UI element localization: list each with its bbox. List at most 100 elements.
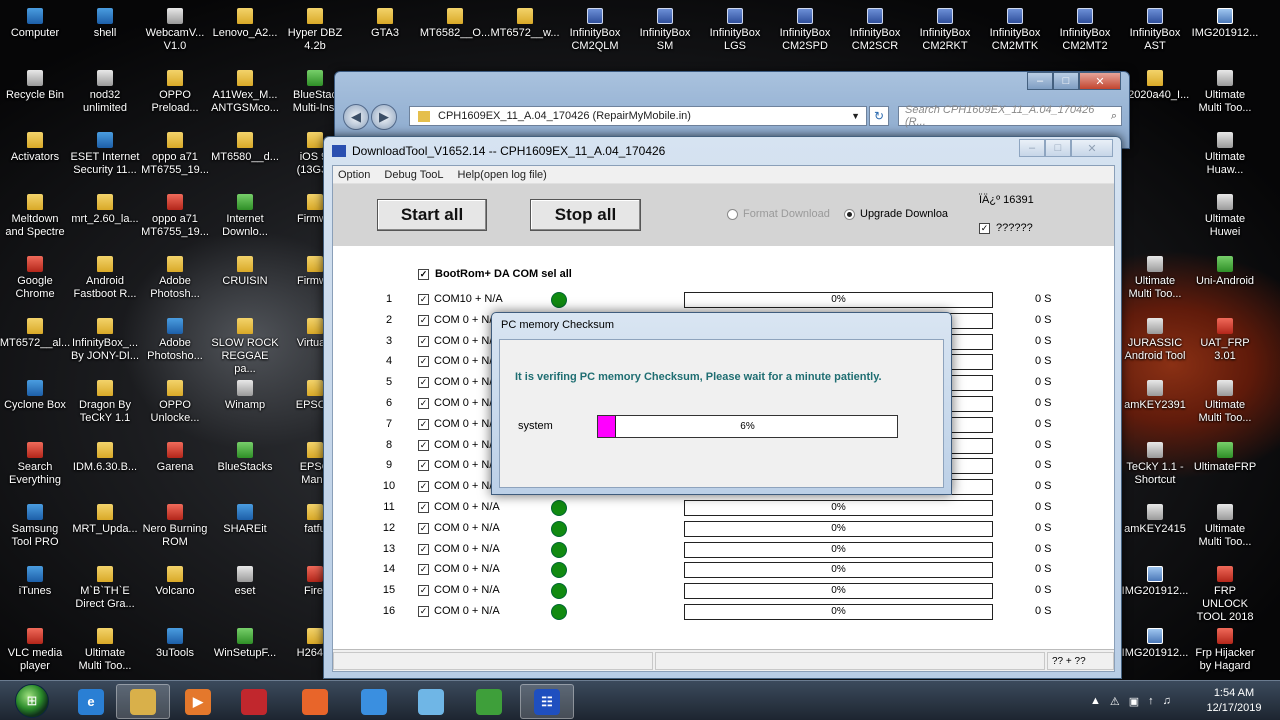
desktop-icon[interactable]: WebcamV... V1.0 (140, 2, 210, 62)
minimize-button[interactable]: ‒ (1019, 139, 1045, 157)
menu-option[interactable]: Option (338, 169, 370, 181)
search-input[interactable]: Search CPH1609EX_11_A.04_170426 (R... ⌕ (898, 104, 1122, 128)
desktop-icon[interactable]: Uni-Android (1190, 250, 1260, 310)
port-checkbox[interactable]: ✓ (418, 564, 429, 576)
explorer-minimize-button[interactable]: ‒ (1027, 72, 1053, 90)
desktop-icon[interactable]: GTA3 (350, 2, 420, 62)
desktop-icon[interactable]: UltimateFRP (1190, 436, 1260, 496)
desktop-icon[interactable]: InfinityBox_... By JONY-DI... (70, 312, 140, 372)
desktop-icon[interactable]: IMG201912... (1190, 2, 1260, 62)
tray-icon[interactable]: ▣ (1129, 695, 1139, 708)
desktop-icon[interactable]: MT6572__w... (490, 2, 560, 62)
tray-icon[interactable]: ▲ (1090, 695, 1101, 707)
desktop-icon[interactable]: Internet Downlo... (210, 188, 280, 248)
desktop-icon[interactable]: Ultimate Multi Too... (1190, 498, 1260, 558)
desktop-icon[interactable]: SLOW ROCK REGGAE pa... (210, 312, 280, 375)
desktop-icon[interactable]: nod32 unlimited (70, 64, 140, 124)
start-all-button[interactable]: Start all (377, 199, 487, 231)
clock[interactable]: 1:54 AM 12/17/2019 (1198, 686, 1270, 716)
desktop-icon[interactable]: A11Wex_M... ANTGSMco... (210, 64, 280, 124)
port-checkbox[interactable]: ✓ (418, 606, 429, 617)
port-checkbox[interactable]: ✓ (418, 481, 429, 493)
desktop-icon[interactable]: InfinityBox CM2SCR (840, 2, 910, 62)
desktop-icon[interactable]: OPPO Preload... (140, 64, 210, 124)
tray-icon[interactable]: ♫ (1163, 695, 1171, 707)
tray-icon[interactable]: ↑ (1148, 695, 1154, 707)
desktop-icon[interactable]: VLC media player (0, 622, 70, 682)
desktop-icon[interactable]: MT6580__d... (210, 126, 280, 186)
maximize-button[interactable]: □ (1045, 139, 1071, 157)
desktop-icon[interactable]: OPPO Unlocke... (140, 374, 210, 434)
desktop-icon[interactable]: A2020a40_I... (1120, 64, 1190, 124)
desktop-icon[interactable]: Recycle Bin (0, 64, 70, 124)
desktop-icon[interactable]: Hyper DBZ 4.2b (280, 2, 350, 62)
desktop-icon[interactable]: Nero Burning ROM (140, 498, 210, 558)
taskbar-button[interactable] (227, 684, 281, 719)
desktop-icon[interactable]: mrt_2.60_la... (70, 188, 140, 248)
desktop-icon[interactable]: InfinityBox CM2RKT (910, 2, 980, 62)
desktop-icon[interactable]: eset (210, 560, 280, 620)
desktop-icon[interactable]: Activators (0, 126, 70, 186)
close-button[interactable]: ✕ (1071, 139, 1113, 157)
desktop-icon[interactable]: IMG201912... (1120, 560, 1190, 620)
port-checkbox[interactable]: ✓ (418, 522, 429, 534)
port-checkbox[interactable]: ✓ (418, 356, 429, 368)
port-checkbox[interactable]: ✓ (418, 294, 429, 305)
port-checkbox[interactable]: ✓ (418, 543, 429, 555)
stop-all-button[interactable]: Stop all (530, 199, 641, 231)
desktop-icon[interactable]: CRUISIN (210, 250, 280, 310)
desktop-icon[interactable]: Ultimate Multi Too... (1190, 374, 1260, 434)
desktop-icon[interactable]: oppo a71 MT6755_19... (140, 126, 210, 186)
back-button[interactable]: ◀ (343, 104, 369, 130)
desktop-icon[interactable]: Samsung Tool PRO (0, 498, 70, 558)
desktop-icon[interactable]: Garena (140, 436, 210, 496)
port-checkbox[interactable]: ✓ (418, 335, 429, 347)
port-checkbox[interactable]: ✓ (418, 398, 429, 409)
address-bar[interactable]: CPH1609EX_11_A.04_170426 (RepairMyMobile… (409, 106, 867, 126)
desktop-icon[interactable]: Winamp (210, 374, 280, 434)
refresh-icon[interactable]: ↻ (869, 106, 889, 126)
taskbar-button[interactable]: e (64, 684, 118, 719)
desktop-icon[interactable]: Ultimate Multi Too... (1120, 250, 1190, 310)
desktop-icon[interactable]: amKEY2391 (1120, 374, 1190, 434)
taskbar-button[interactable] (404, 684, 458, 719)
tray-icon[interactable]: ⚠ (1110, 695, 1120, 708)
desktop-icon[interactable]: InfinityBox CM2MT2 (1050, 2, 1120, 62)
taskbar-button[interactable] (288, 684, 342, 719)
checksum-dialog[interactable]: PC memory Checksum It is verifing PC mem… (491, 312, 952, 495)
port-checkbox[interactable]: ✓ (418, 502, 429, 513)
desktop-icon[interactable]: Adobe Photosho... (140, 312, 210, 372)
port-checkbox[interactable]: ✓ (418, 439, 429, 451)
desktop-icon[interactable]: MRT_Upda... (70, 498, 140, 558)
taskbar-button[interactable] (116, 684, 170, 719)
search-icon[interactable]: ⌕ (1111, 110, 1117, 123)
format-download-radio[interactable]: Format Download (727, 208, 830, 220)
port-checkbox[interactable]: ✓ (418, 460, 429, 472)
taskbar-button[interactable] (347, 684, 401, 719)
port-checkbox[interactable]: ✓ (418, 314, 429, 326)
desktop-icon[interactable]: Lenovo_A2... (210, 2, 280, 62)
desktop-icon[interactable]: Cyclone Box (0, 374, 70, 434)
desktop-icon[interactable]: Search Everything (0, 436, 70, 496)
desktop-icon[interactable]: oppo a71 MT6755_19... (140, 188, 210, 248)
desktop-icon[interactable]: Android Fastboot R... (70, 250, 140, 310)
desktop-icon[interactable]: Ultimate Multi Too... (1190, 64, 1260, 124)
desktop-icon[interactable]: UAT_FRP 3.01 (1190, 312, 1260, 372)
desktop-icon[interactable]: InfinityBox AST (1120, 2, 1190, 62)
desktop-icon[interactable]: Ultimate Multi Too... (70, 622, 140, 682)
port-checkbox[interactable]: ✓ (418, 585, 429, 597)
desktop-icon[interactable]: MT6572__al... (0, 312, 70, 372)
desktop-icon[interactable]: MT6582__O... (420, 2, 490, 62)
menu-help[interactable]: Help(open log file) (458, 169, 547, 181)
upgrade-download-radio[interactable]: Upgrade Downloa (844, 208, 948, 220)
desktop-icon[interactable]: SHAREit (210, 498, 280, 558)
explorer-close-button[interactable]: ✕ (1079, 72, 1121, 90)
bootrom-sel-all-checkbox[interactable]: ✓ BootRom+ DA COM sel all (418, 268, 572, 280)
desktop-icon[interactable]: FRP UNLOCK TOOL 2018 (1190, 560, 1260, 623)
desktop-icon[interactable]: IDM.6.30.B... (70, 436, 140, 496)
menu-debug-tool[interactable]: Debug TooL (384, 169, 443, 181)
forward-button[interactable]: ▶ (371, 104, 397, 130)
chevron-down-icon[interactable]: ▼ (851, 111, 860, 121)
desktop-icon[interactable]: M`B`TH`E Direct Gra... (70, 560, 140, 620)
desktop-icon[interactable]: ESET Internet Security 11... (70, 126, 140, 186)
